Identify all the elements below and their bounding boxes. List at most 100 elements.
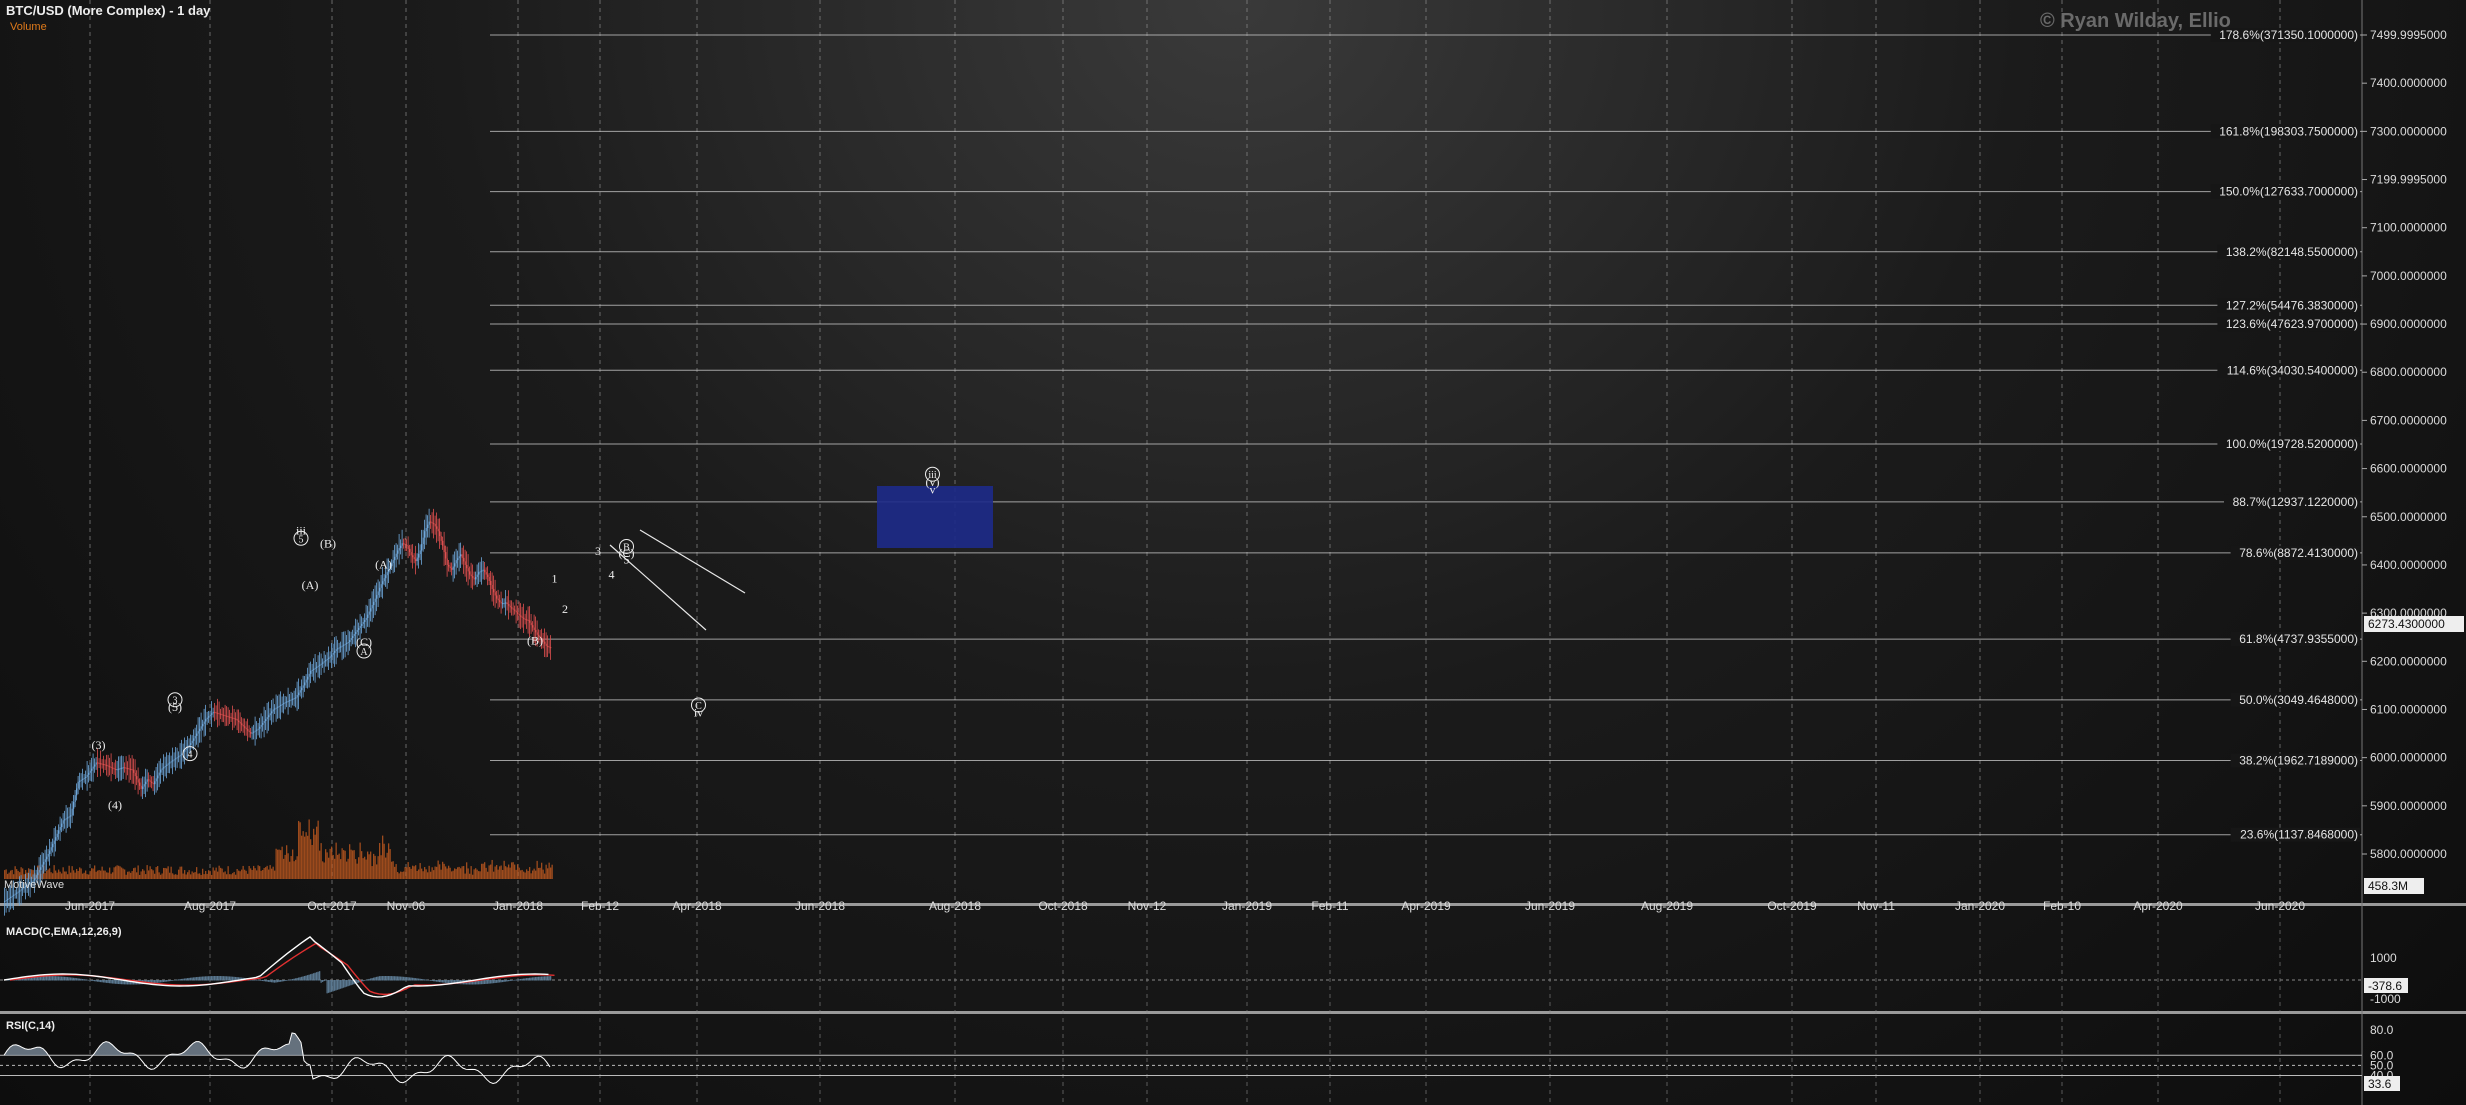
candle-body <box>143 784 145 787</box>
volume-bar <box>109 867 111 879</box>
volume-bar <box>77 870 79 879</box>
candle-body <box>209 714 211 717</box>
macd-histogram-bar <box>61 976 63 981</box>
candle-body <box>44 859 46 862</box>
volume-bar <box>139 874 141 879</box>
chart-canvas[interactable]: Jun-2017 Aug-2017 Oct-2017 Nov-06 Jan-2018 Fe… <box>0 0 2466 1105</box>
macd-histogram-bar <box>256 979 258 981</box>
volume-bar <box>458 866 460 879</box>
volume-bar <box>500 865 502 879</box>
volume-bar <box>401 871 403 879</box>
volume-bar <box>304 836 306 879</box>
macd-histogram-bar <box>443 980 445 983</box>
volume-bar <box>379 842 381 879</box>
candle-body <box>458 556 460 559</box>
volume-bar <box>433 870 435 879</box>
macd-histogram-bar <box>362 980 364 982</box>
candle-body <box>464 561 466 565</box>
candle-body <box>292 698 294 700</box>
volume-bar <box>335 842 337 879</box>
volume-bar <box>80 868 82 879</box>
volume-label: Volume <box>10 21 47 33</box>
macd-histogram-bar <box>494 980 496 984</box>
candle-body <box>70 815 72 817</box>
candle-body <box>103 764 105 766</box>
candle-body <box>179 755 181 757</box>
volume-bar <box>544 873 546 879</box>
macd-histogram-bar <box>436 980 438 982</box>
macd-histogram-bar <box>277 980 279 983</box>
volume-bar <box>395 864 397 879</box>
macd-histogram-bar <box>229 976 231 981</box>
macd-histogram-bar <box>388 976 390 981</box>
volume-bar <box>131 871 133 879</box>
volume-bar <box>104 870 106 879</box>
volume-bar <box>226 874 228 879</box>
macd-histogram-bar <box>262 980 264 982</box>
volume-bar <box>67 874 69 879</box>
candle-body <box>107 765 109 767</box>
macd-histogram-bar <box>538 976 540 981</box>
candle-body <box>302 685 304 688</box>
candle-body <box>503 602 505 604</box>
macd-histogram-bar <box>523 978 525 981</box>
volume-bar <box>152 870 154 879</box>
macd-histogram-bar <box>104 980 106 983</box>
volume-bar <box>88 874 90 879</box>
macd-histogram-bar <box>329 980 331 993</box>
candle-body <box>350 638 352 641</box>
candle-body <box>313 668 315 670</box>
candle-body <box>232 717 234 719</box>
candle-body <box>367 614 369 618</box>
candle-body <box>205 719 207 722</box>
candle-body <box>428 521 430 525</box>
candle-body <box>409 548 411 553</box>
candle-body <box>133 769 135 773</box>
macd-histogram-bar <box>545 976 547 981</box>
candle-body <box>101 763 103 765</box>
candle-body <box>473 577 475 580</box>
volume-bar <box>241 869 243 879</box>
candle-body <box>524 618 526 620</box>
candle-body <box>376 595 378 599</box>
macd-histogram-bar <box>490 980 492 984</box>
candle-body <box>199 728 201 732</box>
candle-body <box>83 777 85 779</box>
volume-bar <box>280 850 282 879</box>
volume-bar <box>505 866 507 879</box>
macd-histogram-bar <box>422 979 424 981</box>
volume-bar <box>337 854 339 879</box>
macd-histogram-bar <box>508 980 510 982</box>
candle-body <box>236 719 238 721</box>
volume-bar <box>470 866 472 879</box>
candle-body <box>197 731 199 734</box>
volume-bar <box>455 869 457 879</box>
macd-histogram-bar <box>200 976 202 981</box>
volume-bar <box>298 820 300 879</box>
fib-level-label: 23.6%(1137.8468000) <box>2240 828 2358 842</box>
candle-body <box>68 816 70 818</box>
candle-body <box>227 716 229 718</box>
volume-bar <box>59 871 61 879</box>
macd-histogram-bar <box>223 976 225 981</box>
volume-bar <box>230 874 232 879</box>
macd-histogram-bar <box>394 976 396 981</box>
volume-bar <box>124 869 126 879</box>
volume-bar <box>98 870 100 879</box>
volume-bar <box>110 873 112 879</box>
x-tick-label: Aug-2018 <box>929 899 981 913</box>
macd-histogram-bar <box>52 976 54 981</box>
candle-body <box>122 767 124 769</box>
macd-histogram-bar <box>410 977 412 981</box>
candle-body <box>361 623 363 626</box>
volume-bar <box>271 868 273 879</box>
macd-histogram-bar <box>181 978 183 981</box>
macd-histogram-bar <box>64 976 66 981</box>
volume-bar <box>173 874 175 879</box>
candle-body <box>448 564 450 567</box>
candle-body <box>490 580 492 586</box>
macd-histogram-bar <box>82 978 84 981</box>
volume-bar <box>340 859 342 879</box>
candle-body <box>475 576 477 580</box>
candle-body <box>89 770 91 773</box>
